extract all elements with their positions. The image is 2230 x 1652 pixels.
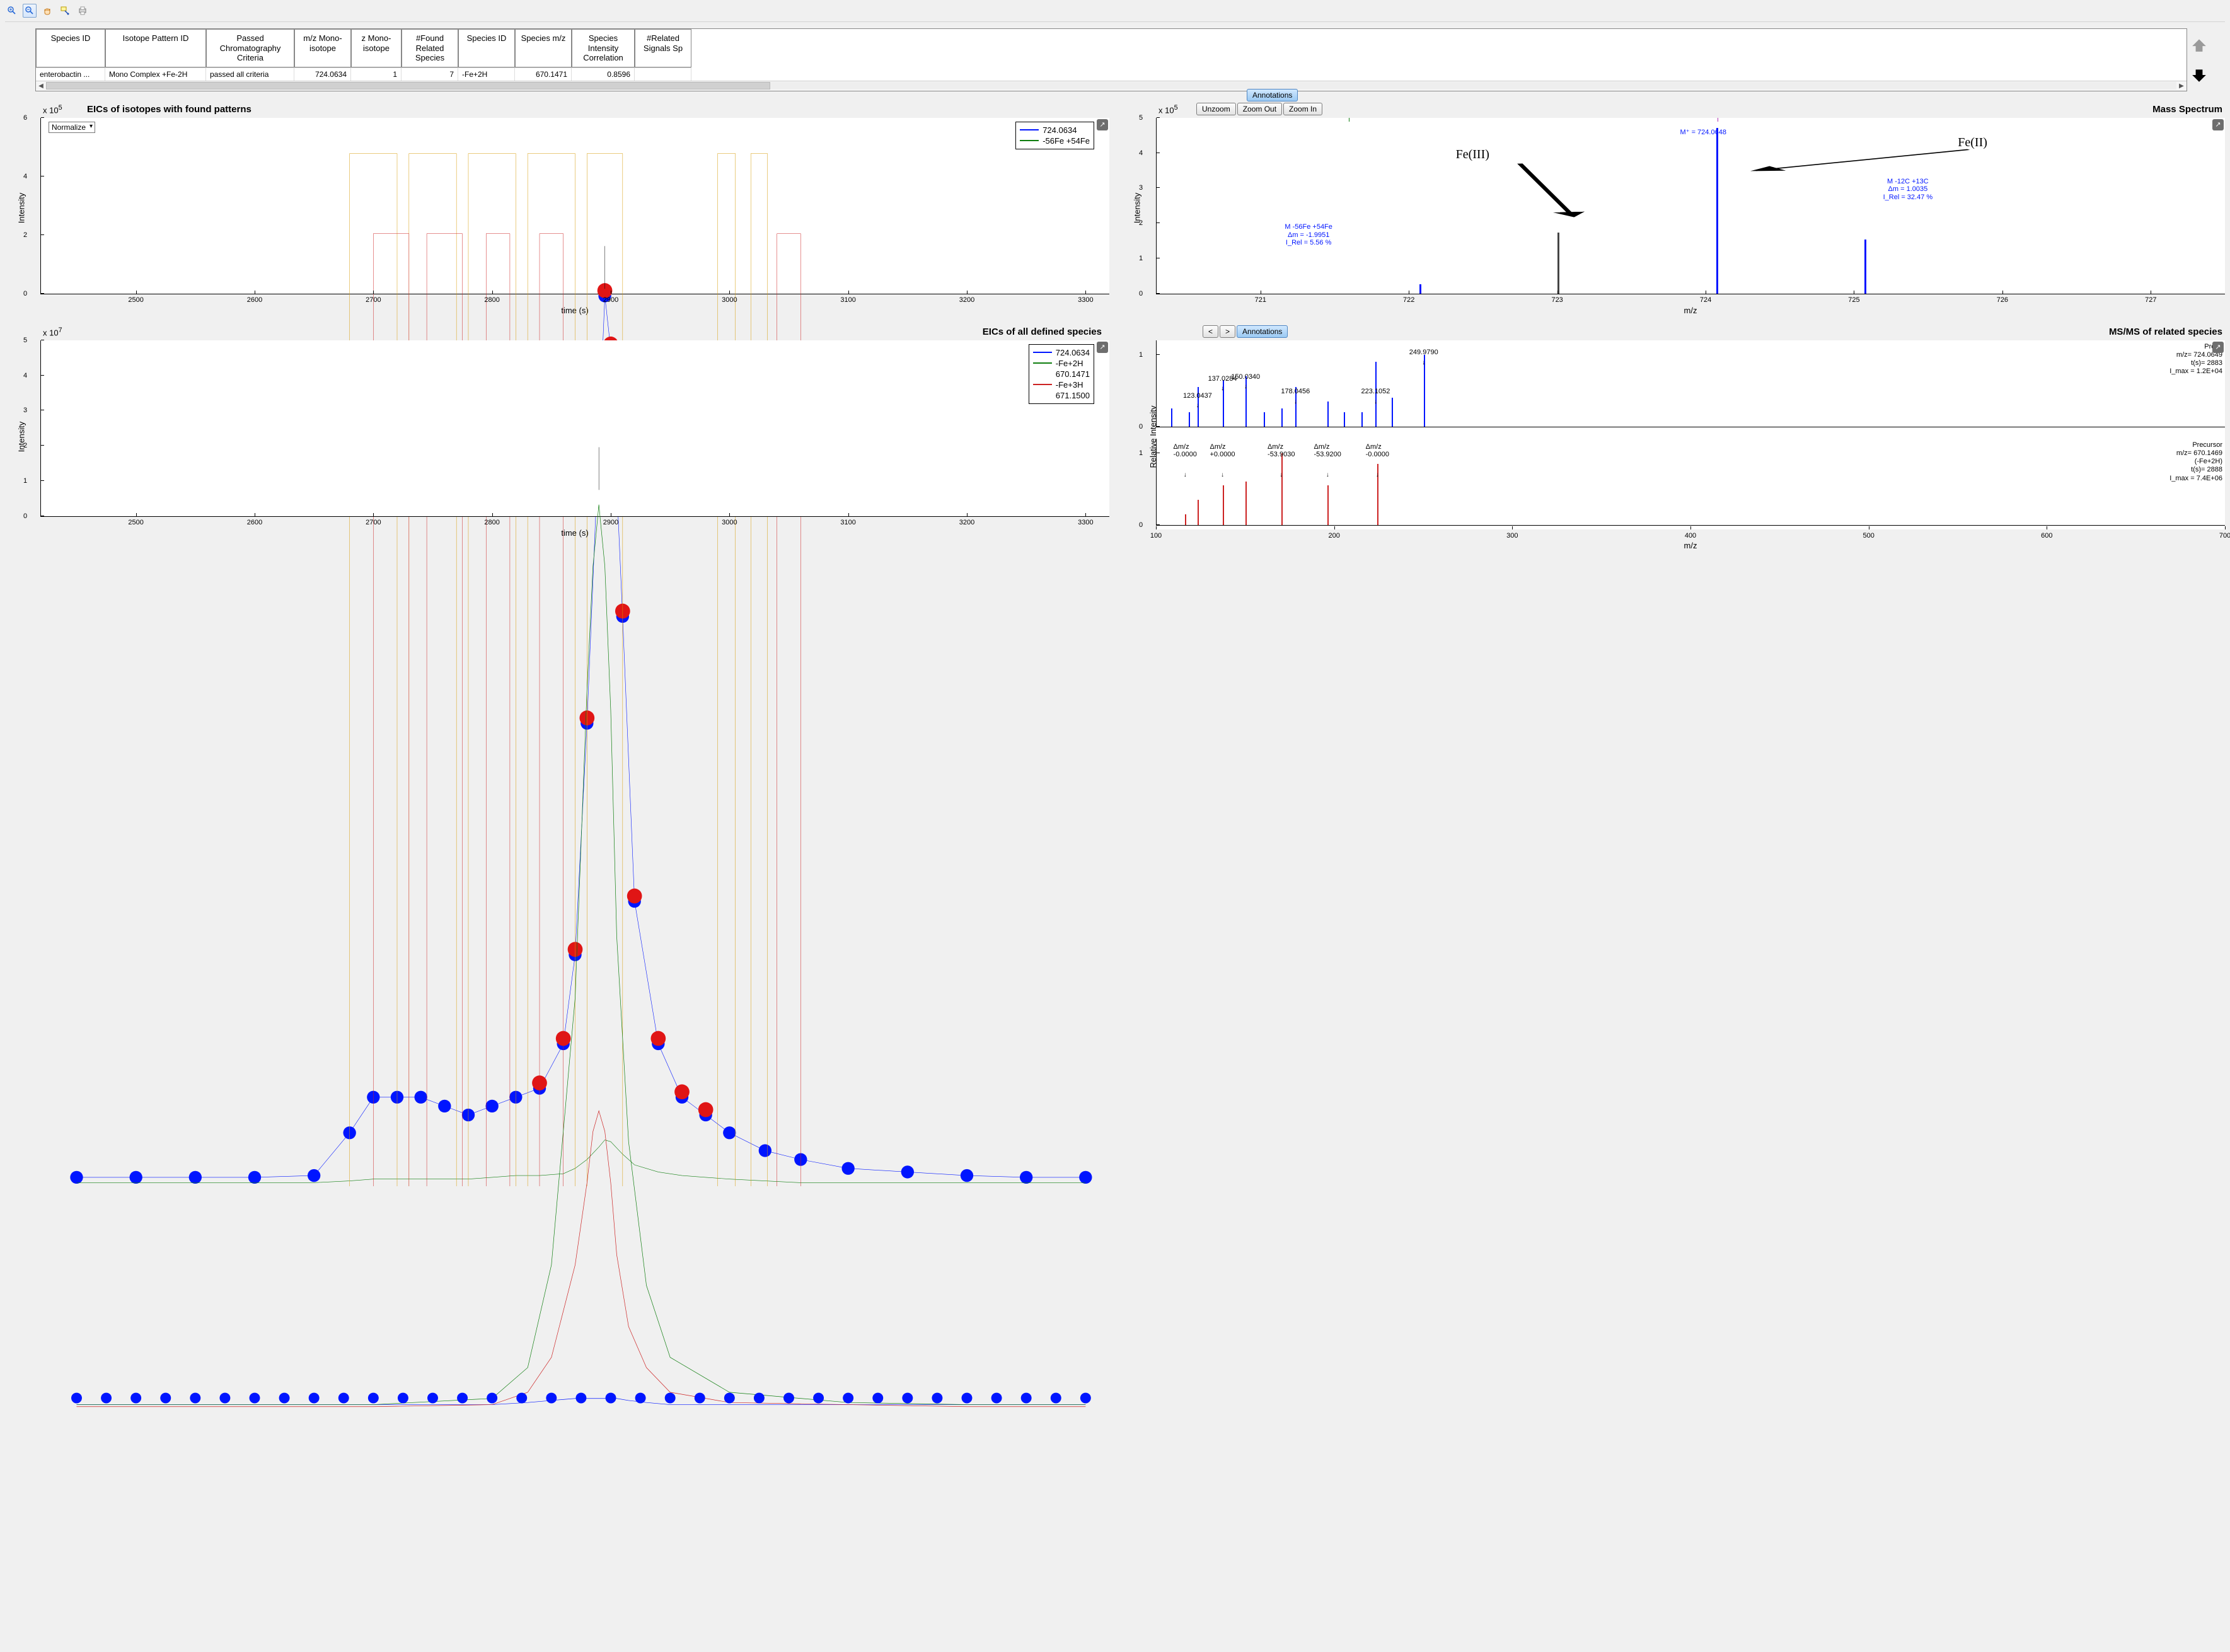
data-cursor-icon[interactable] bbox=[58, 4, 72, 18]
plot-eic-isotopes: x 105 EICs of isotopes with found patter… bbox=[5, 101, 1109, 315]
plot-msms: < > Annotations MS/MS of related species… bbox=[1121, 324, 2225, 550]
precursor-info: I_max = 7.4E+06 bbox=[2169, 475, 2222, 483]
y-axis-label: Intensity bbox=[17, 193, 26, 223]
plot-title: MS/MS of related species bbox=[2109, 326, 2222, 337]
col-related-signals[interactable]: #Related Signals Sp bbox=[635, 29, 691, 67]
legend-item: 670.1471 bbox=[1056, 369, 1090, 379]
col-passed-criteria[interactable]: Passed Chromatography Criteria bbox=[206, 29, 294, 67]
zoom-in-button[interactable]: Zoom In bbox=[1283, 103, 1322, 115]
legend-item: -56Fe +54Fe bbox=[1043, 136, 1090, 146]
col-species-mz[interactable]: Species m/z bbox=[515, 29, 572, 67]
expand-icon[interactable] bbox=[2212, 119, 2224, 130]
y-exponent: x 105 bbox=[1158, 104, 1178, 115]
plot-title: Mass Spectrum bbox=[2152, 104, 2222, 115]
table-row[interactable]: 1 bbox=[351, 67, 402, 81]
legend-item: 724.0634 bbox=[1043, 125, 1077, 135]
table-row[interactable]: Mono Complex +Fe-2H bbox=[105, 67, 206, 81]
plot-eic-all-species: x 107 EICs of all defined species Intens… bbox=[5, 324, 1109, 550]
print-icon[interactable] bbox=[76, 4, 90, 18]
col-species-id[interactable]: Species ID bbox=[36, 29, 105, 67]
normalize-dropdown[interactable]: Normalize bbox=[49, 122, 95, 133]
precursor-info: I_max = 1.2E+04 bbox=[2169, 367, 2222, 376]
toolbar bbox=[5, 3, 2225, 22]
col-z-mono[interactable]: z Mono-isotope bbox=[351, 29, 402, 67]
next-button[interactable]: > bbox=[1220, 325, 1235, 338]
precursor-info: t(s)= 2883 bbox=[2169, 359, 2222, 367]
expand-icon[interactable] bbox=[1097, 119, 1108, 130]
row-down-icon[interactable] bbox=[2191, 67, 2207, 83]
annotations-button[interactable]: Annotations bbox=[1247, 89, 1298, 101]
table-row[interactable]: 724.0634 bbox=[294, 67, 351, 81]
zoom-out-button[interactable]: Zoom Out bbox=[1237, 103, 1282, 115]
legend-item: 671.1500 bbox=[1056, 391, 1090, 400]
unzoom-button[interactable]: Unzoom bbox=[1196, 103, 1236, 115]
table-scrollbar[interactable]: ◀ ▶ bbox=[36, 81, 2187, 91]
plot-title: EICs of isotopes with found patterns bbox=[87, 104, 251, 115]
x-axis-label: m/z bbox=[1156, 306, 2225, 315]
row-up-icon[interactable] bbox=[2191, 37, 2207, 53]
annotations-button[interactable]: Annotations bbox=[1237, 325, 1288, 338]
y-exponent: x 105 bbox=[43, 104, 62, 115]
table-row[interactable]: 670.1471 bbox=[515, 67, 572, 81]
x-axis-label: m/z bbox=[1156, 541, 2225, 550]
table-row[interactable]: -Fe+2H bbox=[458, 67, 515, 81]
table-row[interactable] bbox=[635, 67, 691, 81]
legend-item: 724.0634 bbox=[1056, 348, 1090, 357]
col-mz-mono[interactable]: m/z Mono-isotope bbox=[294, 29, 351, 67]
col-species-id2[interactable]: Species ID bbox=[458, 29, 515, 67]
precursor-info: (-Fe+2H) bbox=[2169, 458, 2222, 466]
precursor-info: t(s)= 2888 bbox=[2169, 466, 2222, 474]
table-row[interactable]: passed all criteria bbox=[206, 67, 294, 81]
legend-item: -Fe+3H bbox=[1056, 380, 1083, 390]
results-table[interactable]: Species ID Isotope Pattern ID Passed Chr… bbox=[35, 28, 2187, 91]
table-row[interactable]: 7 bbox=[402, 67, 458, 81]
plot-mass-spectrum: Annotations x 105 Unzoom Zoom Out Zoom I… bbox=[1121, 101, 2225, 315]
precursor-info: Precursor bbox=[2169, 441, 2222, 449]
expand-icon[interactable] bbox=[1097, 342, 1108, 353]
table-row[interactable]: 0.8596 bbox=[572, 67, 635, 81]
pan-icon[interactable] bbox=[40, 4, 54, 18]
precursor-info: m/z= 670.1469 bbox=[2169, 449, 2222, 458]
legend-item: -Fe+2H bbox=[1056, 359, 1083, 368]
y-exponent: x 107 bbox=[43, 326, 62, 337]
col-intensity-corr[interactable]: Species Intensity Correlation bbox=[572, 29, 635, 67]
plot-title: EICs of all defined species bbox=[983, 326, 1102, 337]
table-row[interactable]: enterobactin ... bbox=[36, 67, 105, 81]
col-isotope-pattern[interactable]: Isotope Pattern ID bbox=[105, 29, 206, 67]
zoom-out-icon[interactable] bbox=[23, 4, 37, 18]
zoom-in-icon[interactable] bbox=[5, 4, 19, 18]
expand-icon[interactable] bbox=[2212, 342, 2224, 353]
prev-button[interactable]: < bbox=[1203, 325, 1218, 338]
col-found-related[interactable]: #Found Related Species bbox=[402, 29, 458, 67]
